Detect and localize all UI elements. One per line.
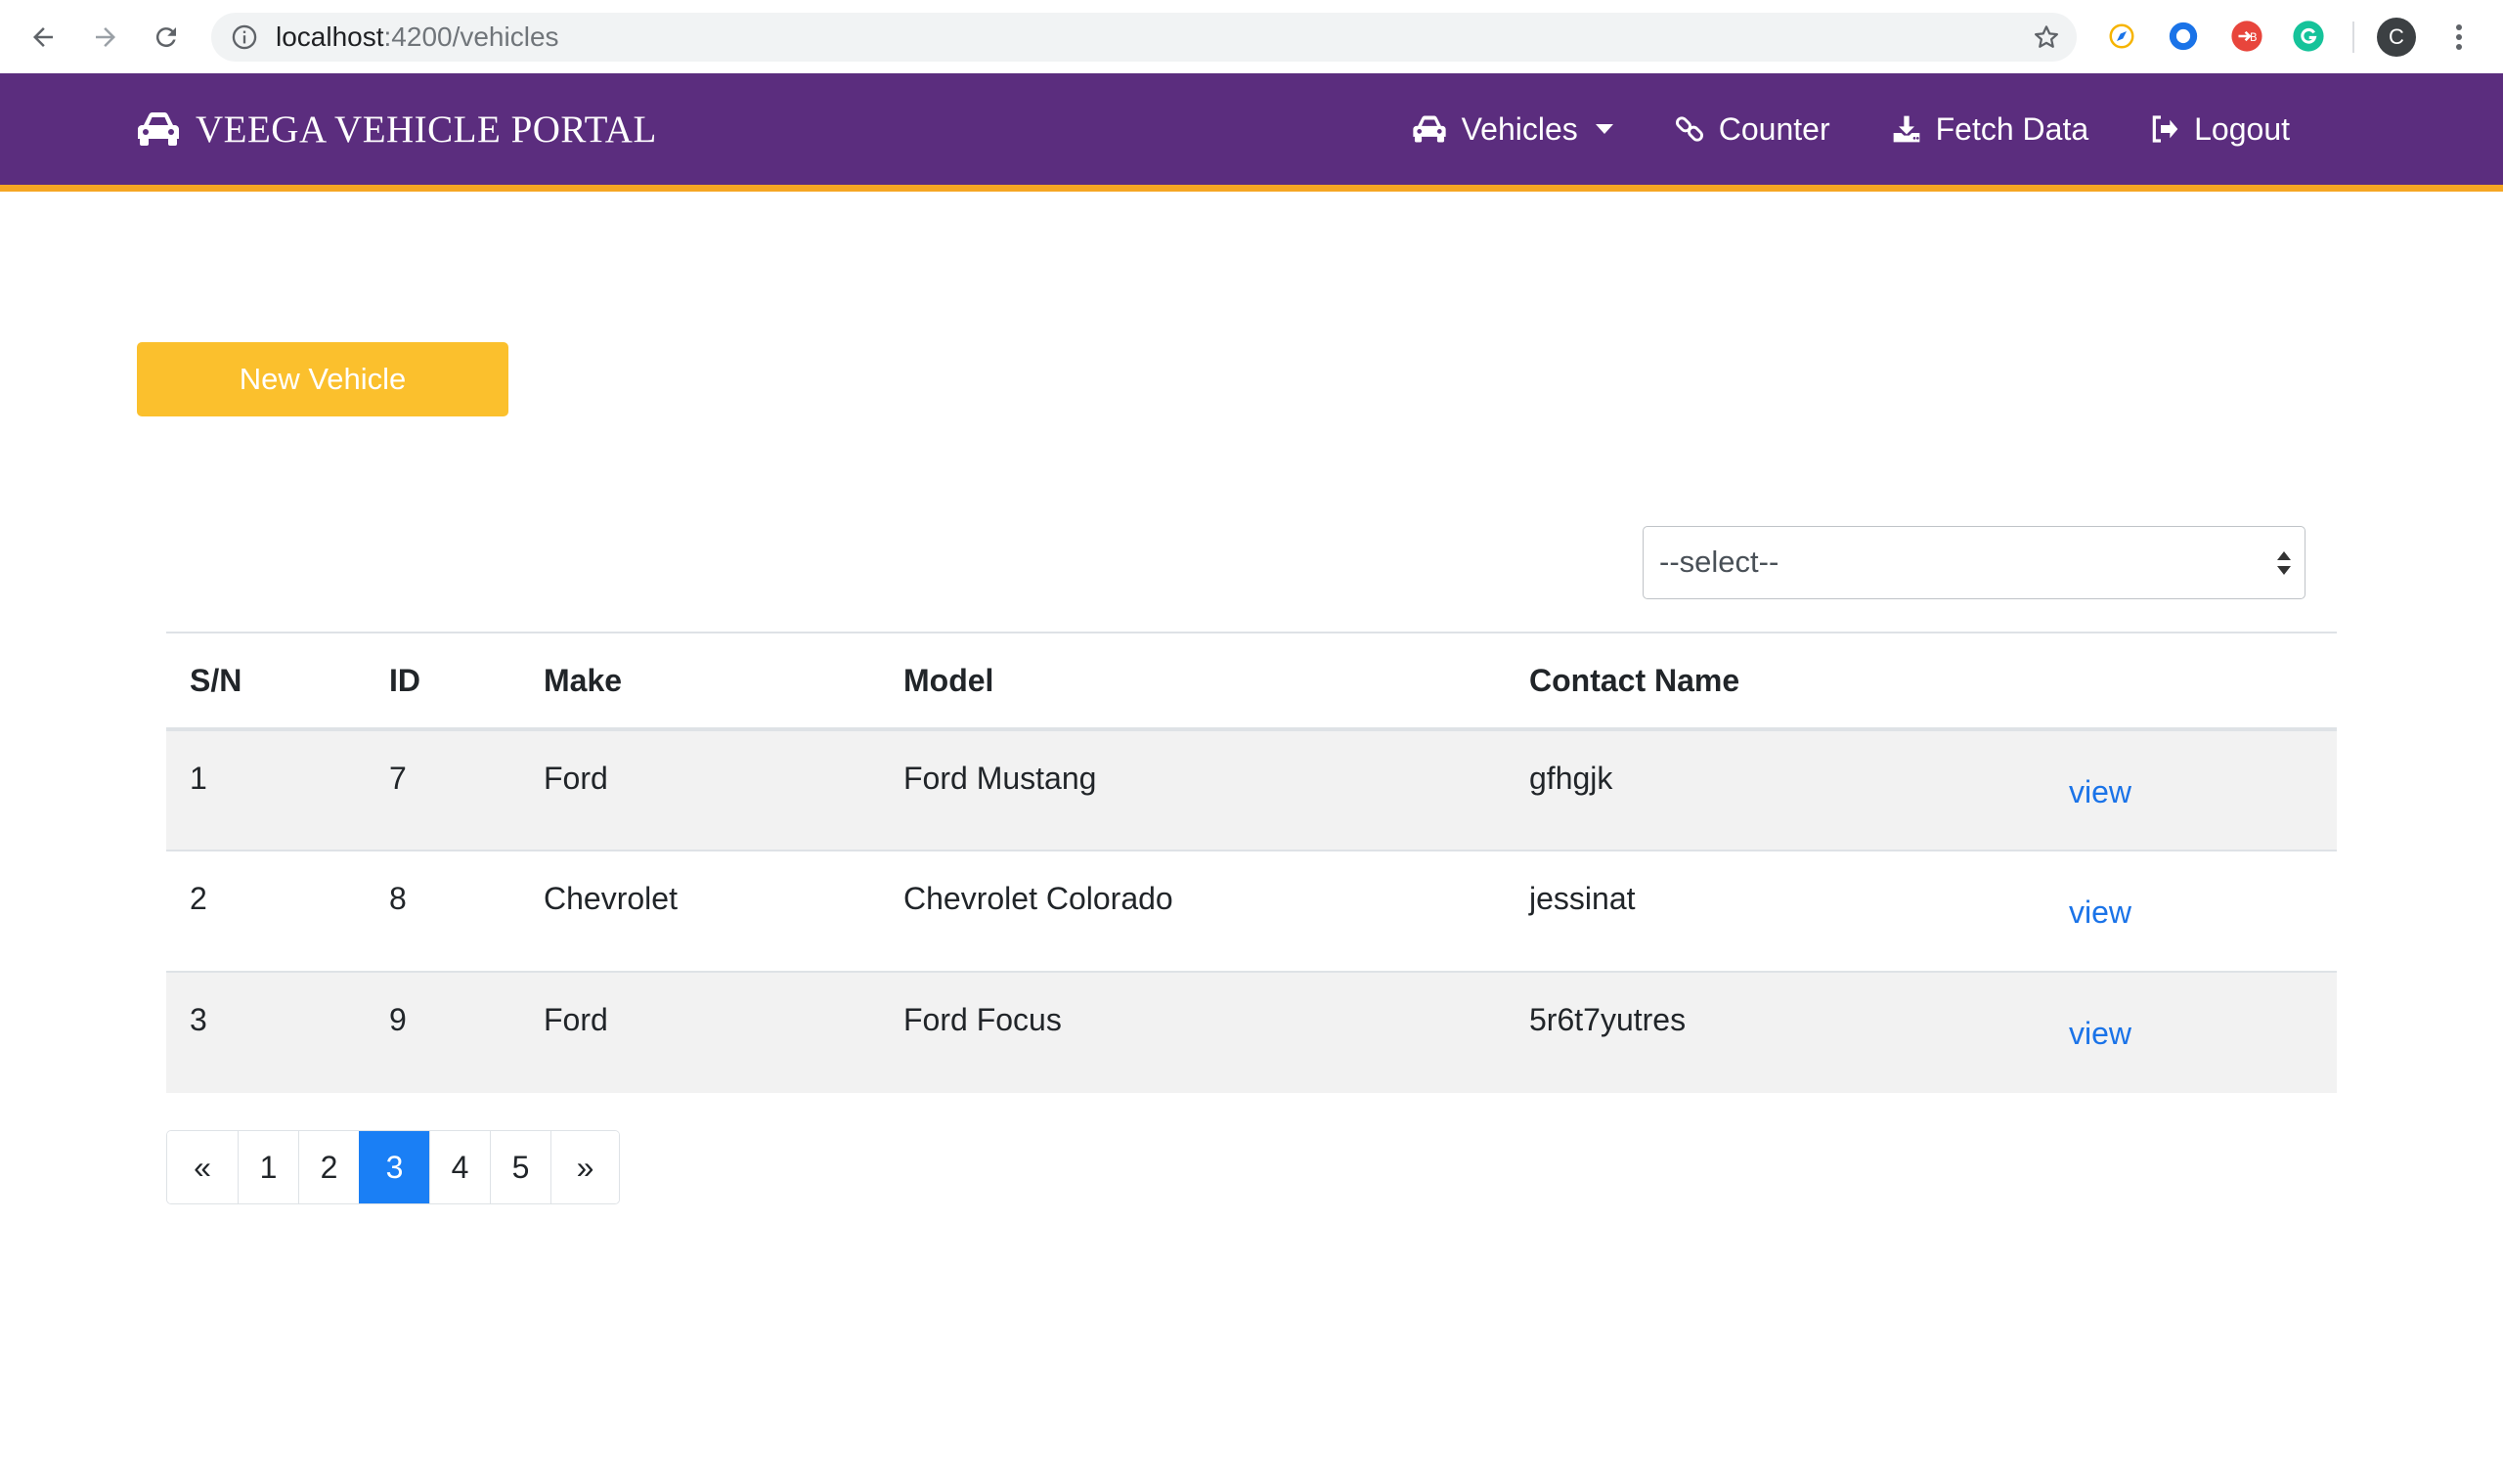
extension-grammarly[interactable]: [2291, 19, 2326, 54]
view-link[interactable]: view: [2069, 774, 2131, 809]
cell-contact: 5r6t7yutres: [1506, 971, 2045, 1093]
forward-button[interactable]: [86, 18, 125, 57]
back-button[interactable]: [23, 18, 63, 57]
bookmark-star-icon[interactable]: [2032, 22, 2061, 52]
filter-select-value: --select--: [1659, 545, 1779, 579]
cell-contact: jessinat: [1506, 850, 2045, 972]
page-button-5[interactable]: 5: [490, 1131, 550, 1203]
page-button-2[interactable]: 2: [298, 1131, 359, 1203]
address-bar[interactable]: localhost:4200/vehicles: [211, 13, 2077, 62]
svg-text:B: B: [2250, 30, 2258, 44]
view-link[interactable]: view: [2069, 1016, 2131, 1051]
page-button-1[interactable]: 1: [238, 1131, 298, 1203]
browser-menu-button[interactable]: [2444, 18, 2474, 57]
nav-counter[interactable]: Counter: [1674, 111, 1830, 148]
view-link[interactable]: view: [2069, 895, 2131, 930]
nav-fetch-data-label: Fetch Data: [1935, 110, 2089, 147]
url-path: :4200/vehicles: [383, 22, 559, 52]
vehicles-table: S/N ID Make Model Contact Name 1 7 Ford …: [166, 632, 2337, 1093]
cell-action: view: [2045, 971, 2337, 1093]
nav-logout[interactable]: Logout: [2149, 111, 2290, 148]
select-arrows-icon: [2277, 551, 2291, 575]
car-icon: [1412, 115, 1446, 143]
grammarly-icon: [2293, 21, 2324, 52]
extension-circle[interactable]: [2166, 19, 2201, 54]
pagination: « 1 2 3 4 5 »: [166, 1130, 620, 1204]
back-arrow-icon: [33, 27, 53, 47]
nav-vehicles-label: Vehicles: [1461, 110, 1578, 147]
nav-counter-label: Counter: [1718, 110, 1830, 147]
more-vert-icon: [2456, 24, 2462, 50]
header-id: ID: [366, 632, 520, 731]
browser-toolbar: localhost:4200/vehicles B C: [0, 0, 2503, 74]
compass-extension-icon: [2109, 23, 2134, 49]
new-vehicle-button[interactable]: New Vehicle: [137, 342, 508, 416]
cell-model: Ford Focus: [880, 971, 1506, 1093]
car-icon: [138, 112, 179, 146]
url-text[interactable]: localhost:4200/vehicles: [276, 13, 559, 62]
cell-sn: 3: [166, 971, 366, 1093]
cell-make: Chevrolet: [520, 850, 880, 972]
cell-sn: 1: [166, 728, 366, 851]
nav-fetch-data[interactable]: Fetch Data: [1891, 110, 2089, 148]
link-icon: [1675, 116, 1703, 142]
cell-id: 9: [366, 971, 520, 1093]
page-button-4[interactable]: 4: [429, 1131, 490, 1203]
extension-red[interactable]: B: [2229, 19, 2264, 54]
cell-contact: gfhgjk: [1506, 728, 2045, 851]
header-make: Make: [520, 632, 880, 731]
nav-menu: Vehicles Counter Fetch Data Logout: [1411, 73, 2290, 185]
table-row: 2 8 Chevrolet Chevrolet Colorado jessina…: [166, 850, 2337, 972]
forward-arrow-icon: [96, 27, 115, 47]
reload-icon: [155, 27, 176, 48]
table-row: 1 7 Ford Ford Mustang gfhgjk view: [166, 728, 2337, 851]
cell-action: view: [2045, 850, 2337, 972]
ring-extension-icon: [2169, 22, 2198, 51]
cell-make: Ford: [520, 971, 880, 1093]
profile-avatar[interactable]: C: [2377, 18, 2416, 57]
cell-make: Ford: [520, 728, 880, 851]
cell-model: Ford Mustang: [880, 728, 1506, 851]
table-row: 3 9 Ford Ford Focus 5r6t7yutres view: [166, 971, 2337, 1093]
info-icon[interactable]: [231, 23, 258, 51]
red-extension-icon: B: [2231, 21, 2262, 52]
page-prev-button[interactable]: «: [167, 1131, 238, 1203]
nav-logout-label: Logout: [2194, 110, 2290, 147]
reload-button[interactable]: [147, 18, 186, 57]
cell-model: Chevrolet Colorado: [880, 850, 1506, 972]
url-host: localhost: [276, 22, 384, 52]
nav-vehicles-dropdown[interactable]: Vehicles: [1411, 111, 1613, 148]
brand-link[interactable]: VEEGA VEHICLE PORTAL: [135, 73, 657, 185]
cell-action: view: [2045, 728, 2337, 851]
brand-title: VEEGA VEHICLE PORTAL: [196, 108, 657, 151]
cell-id: 8: [366, 850, 520, 972]
caret-down-icon: [1595, 124, 1613, 134]
toolbar-separator: [2352, 22, 2354, 53]
page-button-3-active[interactable]: 3: [359, 1131, 429, 1203]
header-sn: S/N: [166, 632, 366, 731]
page-next-button[interactable]: »: [550, 1131, 619, 1203]
filter-select[interactable]: --select--: [1643, 526, 2305, 599]
app-navbar: VEEGA VEHICLE PORTAL Vehicles Counter Fe…: [0, 73, 2503, 192]
header-contact-name: Contact Name: [1506, 632, 2045, 731]
download-icon: [1893, 115, 1919, 143]
logout-icon: [2152, 115, 2178, 143]
extension-compass[interactable]: [2104, 19, 2139, 54]
header-actions: [2045, 632, 2337, 731]
cell-id: 7: [366, 728, 520, 851]
header-model: Model: [880, 632, 1506, 731]
table-header-row: S/N ID Make Model Contact Name: [166, 632, 2337, 731]
cell-sn: 2: [166, 850, 366, 972]
